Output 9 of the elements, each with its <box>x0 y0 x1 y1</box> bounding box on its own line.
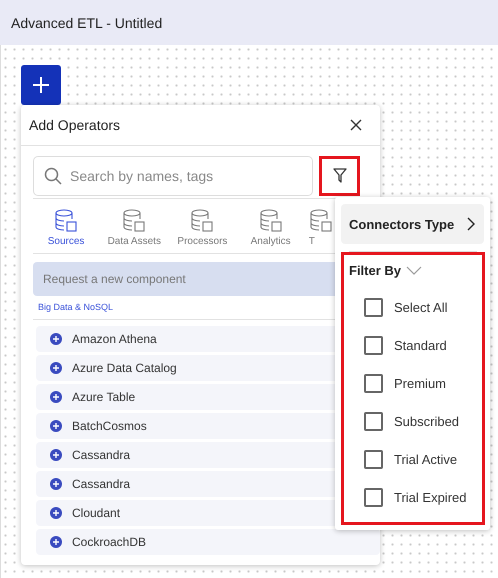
window-title: Advanced ETL - Untitled <box>11 14 162 30</box>
checkbox-label: Trial Active <box>394 452 458 466</box>
checkbox-label: Premium <box>394 376 446 390</box>
category-heading: Big Data & NoSQL <box>38 302 114 312</box>
checkbox-label: Standard <box>394 338 447 352</box>
checkbox-label: Select All <box>394 300 448 314</box>
panel-title: Add Operators <box>29 117 120 133</box>
checkbox-label: Subscribed <box>394 414 460 428</box>
checkbox-label: Trial Expired <box>394 490 466 504</box>
